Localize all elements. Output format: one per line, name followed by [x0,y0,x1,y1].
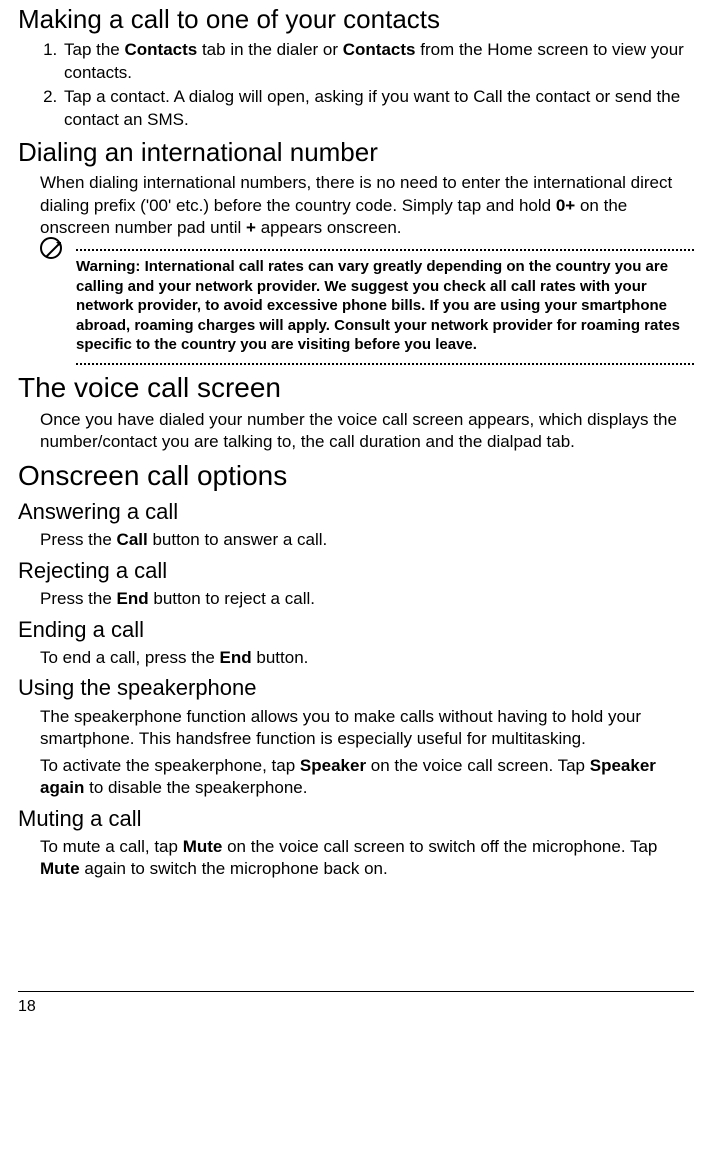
text: to disable the speakerphone. [84,778,307,797]
text: on the voice call screen. Tap [366,756,590,775]
warning-icon-wrap [40,237,66,259]
paragraph: The speakerphone function allows you to … [40,706,694,751]
body-speaker: The speakerphone function allows you to … [40,706,694,800]
text: tab in the dialer or [197,40,343,59]
heading-speaker: Using the speakerphone [18,675,694,701]
dashed-rule-bottom [76,363,694,365]
heading-intl: Dialing an international number [18,137,694,168]
text: To mute a call, tap [40,837,183,856]
paragraph: Once you have dialed your number the voi… [40,409,694,454]
heading-answer: Answering a call [18,499,694,525]
bold-text: + [246,218,256,237]
text: Press the [40,589,117,608]
text: Press the [40,530,117,549]
bold-text: End [117,589,149,608]
body-answer: Press the Call button to answer a call. [40,529,694,551]
step-item: Tap a contact. A dialog will open, askin… [62,86,694,131]
body-end: To end a call, press the End button. [40,647,694,669]
steps-list: Tap the Contacts tab in the dialer or Co… [40,39,694,131]
body-mute: To mute a call, tap Mute on the voice ca… [40,836,694,881]
heading-reject: Rejecting a call [18,558,694,584]
text: button to answer a call. [148,530,328,549]
body-intl: When dialing international numbers, ther… [40,172,694,239]
warning-icon [40,237,62,259]
bold-text: Mute [40,859,80,878]
page-content: Making a call to one of your contacts Ta… [0,4,712,1016]
warning-text: Warning: International call rates can va… [76,251,694,363]
bold-text: Speaker [300,756,366,775]
bold-text: Contacts [125,40,198,59]
text: To end a call, press the [40,648,220,667]
text: appears onscreen. [256,218,402,237]
text: button. [252,648,309,667]
paragraph: Press the End button to reject a call. [40,588,694,610]
text: button to reject a call. [149,589,315,608]
paragraph: To end a call, press the End button. [40,647,694,669]
heading-voice-screen: The voice call screen [18,371,694,405]
text: To activate the speakerphone, tap [40,756,300,775]
warning-box: Warning: International call rates can va… [40,249,694,365]
heading-onscreen: Onscreen call options [18,459,694,493]
paragraph: To activate the speakerphone, tap Speake… [40,755,694,800]
heading-mute: Muting a call [18,806,694,832]
page-number: 18 [18,998,36,1015]
bold-text: Contacts [343,40,416,59]
step-item: Tap the Contacts tab in the dialer or Co… [62,39,694,84]
body-voice-screen: Once you have dialed your number the voi… [40,409,694,454]
page-footer: 18 [18,991,694,1016]
bold-text: Call [117,530,148,549]
bold-text: 0+ [556,196,575,215]
bold-text: End [220,648,252,667]
paragraph: To mute a call, tap Mute on the voice ca… [40,836,694,881]
text: again to switch the microphone back on. [80,859,388,878]
heading-making-call: Making a call to one of your contacts [18,4,694,35]
paragraph: When dialing international numbers, ther… [40,172,694,239]
text: on the voice call screen to switch off t… [222,837,657,856]
body-reject: Press the End button to reject a call. [40,588,694,610]
paragraph: Press the Call button to answer a call. [40,529,694,551]
heading-end: Ending a call [18,617,694,643]
bold-text: Mute [183,837,223,856]
text: Tap the [64,40,125,59]
